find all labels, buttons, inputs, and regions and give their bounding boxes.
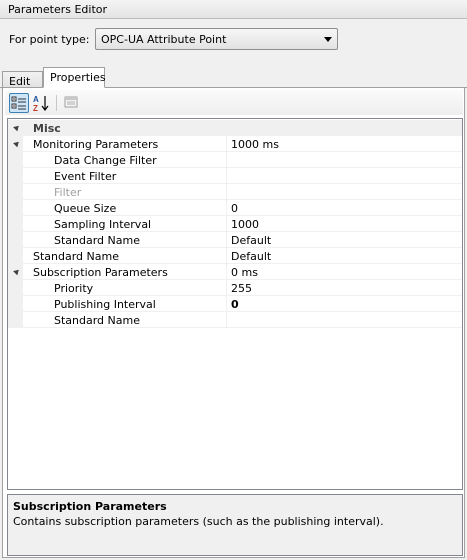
point-type-label: For point type: bbox=[9, 33, 90, 46]
property-name: Event Filter bbox=[54, 170, 117, 183]
property-row[interactable]: Event Filter bbox=[8, 168, 462, 184]
property-name: Publishing Interval bbox=[54, 298, 156, 311]
point-type-dropdown[interactable]: OPC-UA Attribute Point bbox=[95, 28, 338, 50]
property-value[interactable]: Default bbox=[231, 234, 271, 247]
property-pages-icon[interactable] bbox=[62, 93, 82, 113]
help-pane: Subscription Parameters Contains subscri… bbox=[7, 494, 463, 556]
property-name: Priority bbox=[54, 282, 94, 295]
property-value[interactable]: Default bbox=[231, 250, 271, 263]
help-title: Subscription Parameters bbox=[13, 500, 167, 513]
property-name: Monitoring Parameters bbox=[33, 138, 159, 151]
svg-text:Z: Z bbox=[33, 104, 38, 113]
property-name: Data Change Filter bbox=[54, 154, 157, 167]
window-title: Parameters Editor bbox=[0, 0, 467, 19]
property-value[interactable]: 0 bbox=[231, 298, 239, 311]
svg-text:A: A bbox=[33, 95, 39, 104]
property-name: Subscription Parameters bbox=[33, 266, 168, 279]
property-row[interactable]: Priority 255 bbox=[8, 280, 462, 296]
category-label: Misc bbox=[33, 122, 61, 135]
tab-properties[interactable]: Properties bbox=[43, 67, 106, 88]
property-value[interactable]: 0 ms bbox=[231, 266, 258, 279]
property-name: Queue Size bbox=[54, 202, 117, 215]
property-value[interactable]: 1000 ms bbox=[231, 138, 279, 151]
tab-edit[interactable]: Edit bbox=[2, 71, 43, 88]
property-name: Filter bbox=[54, 186, 82, 199]
property-row[interactable]: Sampling Interval 1000 bbox=[8, 216, 462, 232]
property-name: Standard Name bbox=[54, 234, 140, 247]
property-row[interactable]: Standard Name bbox=[8, 312, 462, 328]
category-row-misc[interactable]: Misc bbox=[8, 120, 462, 136]
alphabetical-sort-icon[interactable]: A Z bbox=[32, 93, 52, 113]
property-grid-toolbar: A Z bbox=[5, 90, 463, 115]
property-row[interactable]: Standard Name Default bbox=[8, 232, 462, 248]
property-name: Sampling Interval bbox=[54, 218, 152, 231]
help-description: Contains subscription parameters (such a… bbox=[13, 515, 384, 528]
property-row[interactable]: Filter bbox=[8, 184, 462, 200]
property-row[interactable]: Monitoring Parameters 1000 ms bbox=[8, 136, 462, 152]
property-value[interactable]: 0 bbox=[231, 202, 238, 215]
point-type-selected: OPC-UA Attribute Point bbox=[101, 33, 227, 46]
property-name: Standard Name bbox=[33, 250, 119, 263]
property-row[interactable]: Data Change Filter bbox=[8, 152, 462, 168]
property-row[interactable]: Publishing Interval 0 bbox=[8, 296, 462, 312]
property-value[interactable]: 1000 bbox=[231, 218, 259, 231]
property-row[interactable]: Subscription Parameters 0 ms bbox=[8, 264, 462, 280]
property-value[interactable]: 255 bbox=[231, 282, 252, 295]
property-row[interactable]: Standard Name Default bbox=[8, 248, 462, 264]
property-row[interactable]: Queue Size 0 bbox=[8, 200, 462, 216]
property-grid: Misc Monitoring Parameters 1000 ms Data … bbox=[7, 118, 463, 490]
chevron-down-icon bbox=[324, 37, 332, 42]
collapse-arrow-icon[interactable] bbox=[13, 123, 21, 132]
toolbar-separator bbox=[56, 95, 57, 111]
property-name: Standard Name bbox=[54, 314, 140, 327]
categorized-view-icon[interactable] bbox=[9, 93, 29, 113]
